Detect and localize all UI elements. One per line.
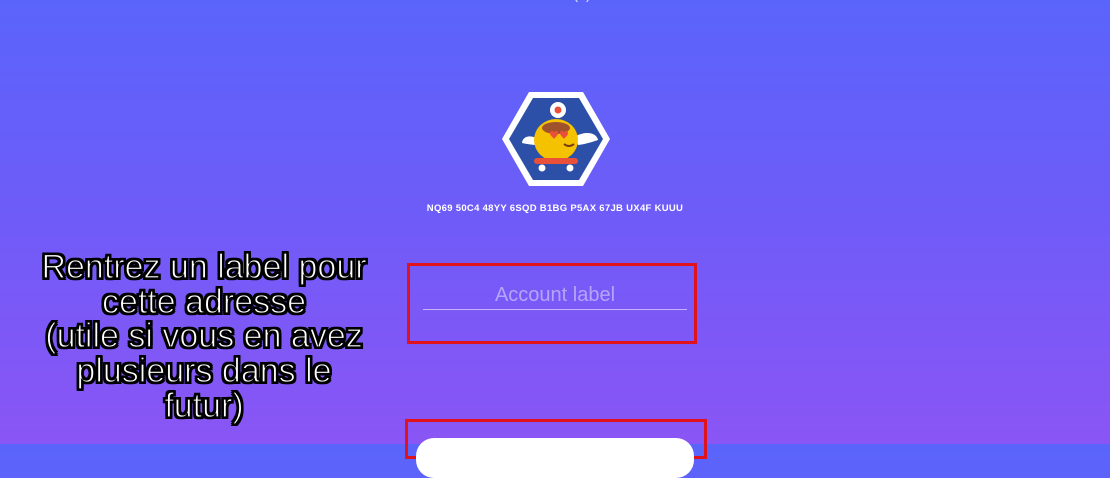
tutorial-annotation: Rentrez un label pour cette adresse (uti… (4, 248, 404, 425)
annotation-line: plusieurs dans le (76, 352, 332, 391)
account-label-input[interactable] (423, 281, 687, 310)
skateboarding-chick-avatar-icon (502, 92, 610, 186)
account-address: NQ69 50C4 48YY 6SQD B1BG P5AX 67JB UX4F … (426, 203, 684, 214)
page-title-fragment: ( ) (548, 0, 618, 2)
account-avatar (500, 90, 612, 188)
annotation-line: cette adresse (101, 282, 307, 321)
annotation-line: (utile si vous en avez (45, 317, 364, 356)
annotation-line: Rentrez un label pour (41, 248, 367, 286)
continue-button[interactable] (416, 438, 694, 478)
annotation-line: futur) (164, 386, 245, 425)
